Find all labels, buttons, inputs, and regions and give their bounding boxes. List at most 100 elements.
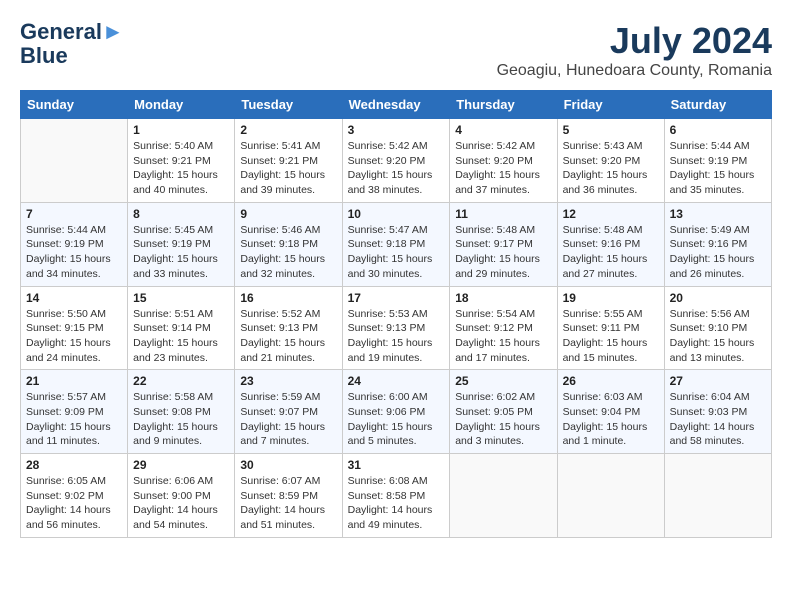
weekday-header: Saturday (664, 91, 771, 119)
day-info: Sunrise: 5:44 AM Sunset: 9:19 PM Dayligh… (26, 223, 122, 282)
day-info: Sunrise: 5:54 AM Sunset: 9:12 PM Dayligh… (455, 307, 551, 366)
weekday-header: Monday (128, 91, 235, 119)
calendar-cell: 17 Sunrise: 5:53 AM Sunset: 9:13 PM Dayli… (342, 286, 450, 370)
day-info: Sunrise: 5:44 AM Sunset: 9:19 PM Dayligh… (670, 139, 766, 198)
calendar-cell: 2 Sunrise: 5:41 AM Sunset: 9:21 PM Daylig… (235, 119, 342, 203)
weekday-header: Friday (557, 91, 664, 119)
calendar-week-row: 7 Sunrise: 5:44 AM Sunset: 9:19 PM Daylig… (21, 202, 772, 286)
day-number: 29 (133, 458, 229, 472)
logo: General►Blue (20, 20, 124, 68)
day-info: Sunrise: 5:53 AM Sunset: 9:13 PM Dayligh… (348, 307, 445, 366)
calendar-cell: 16 Sunrise: 5:52 AM Sunset: 9:13 PM Dayli… (235, 286, 342, 370)
calendar-week-row: 14Sunrise: 5:50 AM Sunset: 9:15 PM Dayli… (21, 286, 772, 370)
calendar-cell: 9Sunrise: 5:46 AM Sunset: 9:18 PM Daylig… (235, 202, 342, 286)
day-info: Sunrise: 5:55 AM Sunset: 9:11 PM Dayligh… (563, 307, 659, 366)
calendar-cell: 22 Sunrise: 5:58 AM Sunset: 9:08 PM Dayli… (128, 370, 235, 454)
calendar-cell: 18 Sunrise: 5:54 AM Sunset: 9:12 PM Dayli… (450, 286, 557, 370)
weekday-header: Thursday (450, 91, 557, 119)
day-number: 17 (348, 291, 445, 305)
calendar-cell: 26 Sunrise: 6:03 AM Sunset: 9:04 PM Dayli… (557, 370, 664, 454)
day-info: Sunrise: 5:59 AM Sunset: 9:07 PM Dayligh… (240, 390, 336, 449)
day-info: Sunrise: 5:40 AM Sunset: 9:21 PM Dayligh… (133, 139, 229, 198)
day-number: 2 (240, 123, 336, 137)
day-number: 23 (240, 374, 336, 388)
day-info: Sunrise: 5:42 AM Sunset: 9:20 PM Dayligh… (455, 139, 551, 198)
day-info: Sunrise: 6:02 AM Sunset: 9:05 PM Dayligh… (455, 390, 551, 449)
calendar-cell: 10 Sunrise: 5:47 AM Sunset: 9:18 PM Dayli… (342, 202, 450, 286)
calendar-cell (557, 454, 664, 538)
day-info: Sunrise: 5:45 AM Sunset: 9:19 PM Dayligh… (133, 223, 229, 282)
calendar-week-row: 21 Sunrise: 5:57 AM Sunset: 9:09 PM Dayli… (21, 370, 772, 454)
day-number: 16 (240, 291, 336, 305)
calendar-body: 1Sunrise: 5:40 AM Sunset: 9:21 PM Daylig… (21, 119, 772, 538)
day-number: 8 (133, 207, 229, 221)
calendar-cell: 27 Sunrise: 6:04 AM Sunset: 9:03 PM Dayli… (664, 370, 771, 454)
day-number: 26 (563, 374, 659, 388)
calendar-cell: 23 Sunrise: 5:59 AM Sunset: 9:07 PM Dayli… (235, 370, 342, 454)
calendar-header-row: SundayMondayTuesdayWednesdayThursdayFrid… (21, 91, 772, 119)
day-info: Sunrise: 5:58 AM Sunset: 9:08 PM Dayligh… (133, 390, 229, 449)
day-info: Sunrise: 5:46 AM Sunset: 9:18 PM Dayligh… (240, 223, 336, 282)
calendar-cell: 12Sunrise: 5:48 AM Sunset: 9:16 PM Dayli… (557, 202, 664, 286)
day-info: Sunrise: 5:47 AM Sunset: 9:18 PM Dayligh… (348, 223, 445, 282)
day-info: Sunrise: 5:48 AM Sunset: 9:16 PM Dayligh… (563, 223, 659, 282)
day-number: 11 (455, 207, 551, 221)
calendar-cell: 4Sunrise: 5:42 AM Sunset: 9:20 PM Daylig… (450, 119, 557, 203)
calendar-cell: 3 Sunrise: 5:42 AM Sunset: 9:20 PM Daylig… (342, 119, 450, 203)
calendar-cell: 28 Sunrise: 6:05 AM Sunset: 9:02 PM Dayli… (21, 454, 128, 538)
logo-text: General►Blue (20, 20, 124, 68)
calendar-cell: 1Sunrise: 5:40 AM Sunset: 9:21 PM Daylig… (128, 119, 235, 203)
calendar-cell: 8 Sunrise: 5:45 AM Sunset: 9:19 PM Daylig… (128, 202, 235, 286)
day-number: 22 (133, 374, 229, 388)
day-info: Sunrise: 5:51 AM Sunset: 9:14 PM Dayligh… (133, 307, 229, 366)
calendar-cell: 31Sunrise: 6:08 AM Sunset: 8:58 PM Dayli… (342, 454, 450, 538)
day-number: 25 (455, 374, 551, 388)
day-number: 28 (26, 458, 122, 472)
day-number: 27 (670, 374, 766, 388)
calendar-cell: 13Sunrise: 5:49 AM Sunset: 9:16 PM Dayli… (664, 202, 771, 286)
calendar-table: SundayMondayTuesdayWednesdayThursdayFrid… (20, 90, 772, 538)
calendar-cell (664, 454, 771, 538)
calendar-cell (21, 119, 128, 203)
day-info: Sunrise: 5:49 AM Sunset: 9:16 PM Dayligh… (670, 223, 766, 282)
day-info: Sunrise: 5:52 AM Sunset: 9:13 PM Dayligh… (240, 307, 336, 366)
calendar-cell: 29Sunrise: 6:06 AM Sunset: 9:00 PM Dayli… (128, 454, 235, 538)
day-info: Sunrise: 6:04 AM Sunset: 9:03 PM Dayligh… (670, 390, 766, 449)
day-info: Sunrise: 6:05 AM Sunset: 9:02 PM Dayligh… (26, 474, 122, 533)
calendar-cell: 6 Sunrise: 5:44 AM Sunset: 9:19 PM Daylig… (664, 119, 771, 203)
calendar-cell: 5 Sunrise: 5:43 AM Sunset: 9:20 PM Daylig… (557, 119, 664, 203)
weekday-header: Wednesday (342, 91, 450, 119)
calendar-week-row: 1Sunrise: 5:40 AM Sunset: 9:21 PM Daylig… (21, 119, 772, 203)
calendar-cell: 30Sunrise: 6:07 AM Sunset: 8:59 PM Dayli… (235, 454, 342, 538)
month-title: July 2024 (497, 20, 772, 62)
day-number: 15 (133, 291, 229, 305)
calendar-cell: 19 Sunrise: 5:55 AM Sunset: 9:11 PM Dayli… (557, 286, 664, 370)
day-info: Sunrise: 6:00 AM Sunset: 9:06 PM Dayligh… (348, 390, 445, 449)
title-area: July 2024 Geoagiu, Hunedoara County, Rom… (497, 20, 772, 80)
calendar-week-row: 28 Sunrise: 6:05 AM Sunset: 9:02 PM Dayli… (21, 454, 772, 538)
day-number: 7 (26, 207, 122, 221)
day-number: 3 (348, 123, 445, 137)
calendar-cell: 14Sunrise: 5:50 AM Sunset: 9:15 PM Dayli… (21, 286, 128, 370)
day-info: Sunrise: 5:48 AM Sunset: 9:17 PM Dayligh… (455, 223, 551, 282)
weekday-header: Tuesday (235, 91, 342, 119)
day-number: 19 (563, 291, 659, 305)
day-info: Sunrise: 5:42 AM Sunset: 9:20 PM Dayligh… (348, 139, 445, 198)
day-info: Sunrise: 5:43 AM Sunset: 9:20 PM Dayligh… (563, 139, 659, 198)
calendar-cell: 21 Sunrise: 5:57 AM Sunset: 9:09 PM Dayli… (21, 370, 128, 454)
subtitle: Geoagiu, Hunedoara County, Romania (497, 62, 772, 80)
day-info: Sunrise: 5:57 AM Sunset: 9:09 PM Dayligh… (26, 390, 122, 449)
day-info: Sunrise: 6:07 AM Sunset: 8:59 PM Dayligh… (240, 474, 336, 533)
calendar-cell (450, 454, 557, 538)
day-number: 6 (670, 123, 766, 137)
day-info: Sunrise: 5:41 AM Sunset: 9:21 PM Dayligh… (240, 139, 336, 198)
day-number: 21 (26, 374, 122, 388)
calendar-cell: 25 Sunrise: 6:02 AM Sunset: 9:05 PM Dayli… (450, 370, 557, 454)
day-number: 20 (670, 291, 766, 305)
day-number: 5 (563, 123, 659, 137)
day-number: 14 (26, 291, 122, 305)
day-number: 18 (455, 291, 551, 305)
day-number: 10 (348, 207, 445, 221)
day-info: Sunrise: 6:03 AM Sunset: 9:04 PM Dayligh… (563, 390, 659, 449)
weekday-header: Sunday (21, 91, 128, 119)
